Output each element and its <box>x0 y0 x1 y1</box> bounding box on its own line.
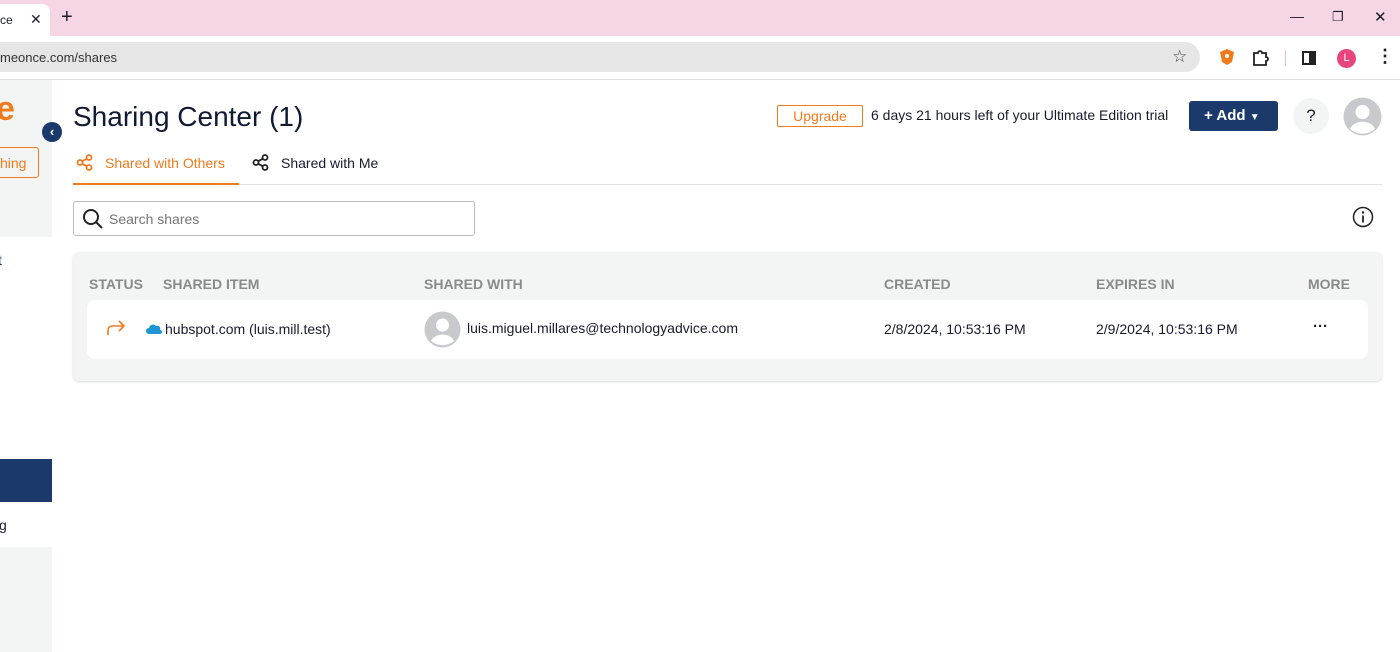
sidebar-item-active[interactable] <box>0 459 52 502</box>
recipient-avatar <box>424 311 461 348</box>
profile-avatar[interactable]: L <box>1337 49 1356 68</box>
page-title: Sharing Center (1) <box>73 101 304 132</box>
column-header-more: MORE <box>1308 276 1350 292</box>
new-tab-icon[interactable]: + <box>61 6 73 29</box>
search-field[interactable] <box>73 201 475 236</box>
shared-item[interactable]: hubspot.com (luis.mill.test) <box>165 321 331 337</box>
url-text: meonce.com/shares <box>0 50 118 65</box>
column-header-status: STATUS <box>89 276 143 292</box>
search-icon <box>83 209 103 229</box>
expires-date: 2/9/2024, 10:53:16 PM <box>1096 321 1238 337</box>
sidebar-cta-button[interactable]: hing <box>0 147 39 178</box>
browser-tab-bar: ce ✕ + — ❐ ✕ <box>0 0 1400 36</box>
shared-with-email: luis.miguel.millares@technologyadvice.co… <box>467 320 738 336</box>
column-header-created: CREATED <box>884 276 951 292</box>
minimize-icon[interactable]: — <box>1290 8 1304 24</box>
close-tab-icon[interactable]: ✕ <box>30 11 42 28</box>
brave-shield-icon[interactable] <box>1219 48 1235 66</box>
share-icon <box>76 154 93 171</box>
table-row[interactable]: hubspot.com (luis.mill.test) luis.miguel… <box>87 300 1368 359</box>
share-icon <box>252 154 269 171</box>
info-icon[interactable] <box>1352 206 1374 228</box>
extensions-icon[interactable] <box>1252 49 1269 66</box>
user-avatar[interactable] <box>1343 97 1382 136</box>
collapse-sidebar-button[interactable]: ‹ <box>42 122 62 142</box>
tab-shared-with-others[interactable]: Shared with Others <box>73 150 239 185</box>
side-panel-icon[interactable] <box>1302 51 1316 65</box>
browser-tab[interactable]: ce ✕ <box>0 4 50 36</box>
column-header-shared-item: SHARED ITEM <box>163 276 260 292</box>
tab-label: Shared with Me <box>281 155 379 171</box>
restore-icon[interactable]: ❐ <box>1332 9 1344 25</box>
cloud-icon <box>146 324 162 334</box>
sidebar-item[interactable]: g <box>0 517 7 533</box>
created-date: 2/8/2024, 10:53:16 PM <box>884 321 1026 337</box>
tabs-divider <box>73 184 1382 185</box>
sidebar: e hing t g <box>0 80 52 652</box>
sidebar-item[interactable]: t <box>0 252 2 268</box>
address-bar: meonce.com/shares ☆ L ⋮ <box>0 36 1400 80</box>
close-window-icon[interactable]: ✕ <box>1374 8 1387 26</box>
add-label: + Add <box>1204 107 1246 124</box>
add-button[interactable]: + Add ▼ <box>1189 101 1278 131</box>
tab-title: ce <box>0 13 13 27</box>
upgrade-button[interactable]: Upgrade <box>777 105 863 127</box>
column-header-shared-with: SHARED WITH <box>424 276 523 292</box>
star-icon[interactable]: ☆ <box>1172 47 1187 67</box>
search-input[interactable] <box>109 208 459 230</box>
more-options-icon[interactable]: ··· <box>1313 318 1328 335</box>
url-input[interactable]: meonce.com/shares ☆ <box>0 42 1200 72</box>
logo: e <box>0 90 15 128</box>
column-header-expires: EXPIRES IN <box>1096 276 1175 292</box>
share-arrow-icon <box>107 320 126 335</box>
menu-icon[interactable]: ⋮ <box>1376 46 1394 67</box>
caret-down-icon: ▼ <box>1249 112 1260 123</box>
help-button[interactable]: ? <box>1293 98 1329 134</box>
sidebar-cta-label: hing <box>0 155 27 171</box>
tab-shared-with-me[interactable]: Shared with Me <box>251 150 391 184</box>
trial-status: 6 days 21 hours left of your Ultimate Ed… <box>871 107 1169 123</box>
shares-table: STATUS SHARED ITEM SHARED WITH CREATED E… <box>73 252 1382 381</box>
divider <box>1285 50 1286 66</box>
tab-label: Shared with Others <box>105 155 225 171</box>
